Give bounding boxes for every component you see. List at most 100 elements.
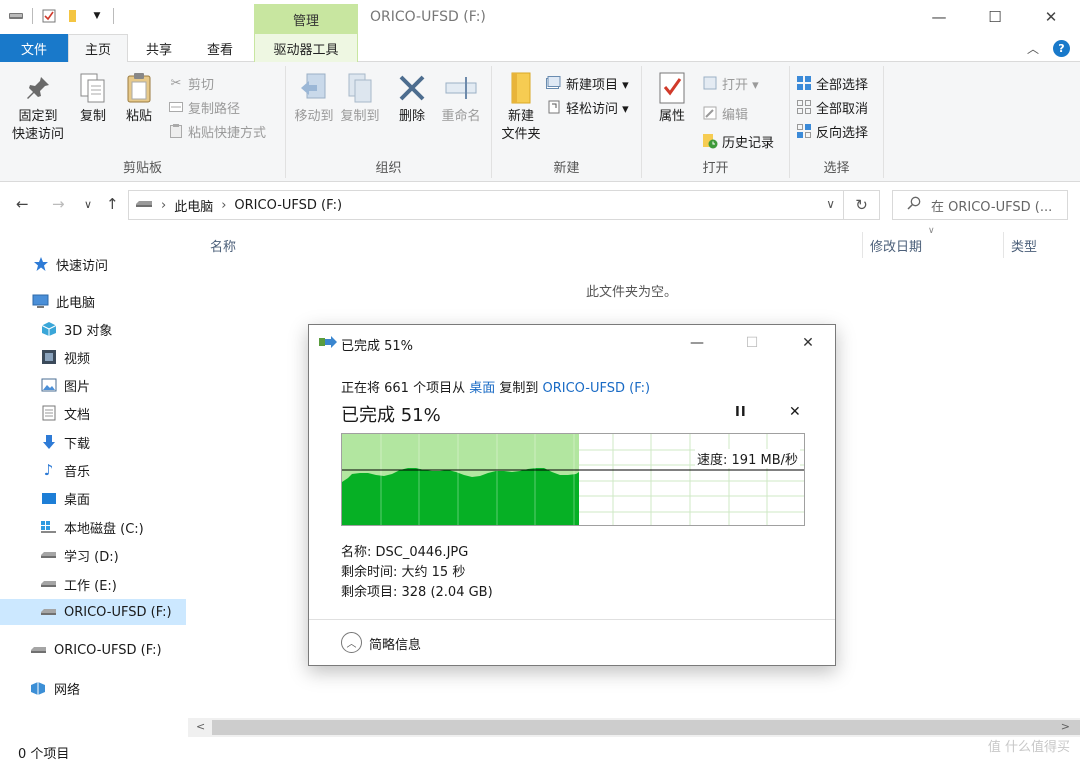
search-placeholder: 在 ORICO-UFSD (... <box>931 199 1053 215</box>
select-none-button[interactable]: 全部取消 <box>796 96 868 118</box>
sidebar-item-quick-access[interactable]: 快速访问 <box>0 251 186 277</box>
sidebar-item-documents[interactable]: 文档 <box>0 400 186 426</box>
sidebar-item-drive-c[interactable]: 本地磁盘 (C:) <box>0 514 186 540</box>
drive-icon <box>40 604 57 621</box>
column-header-type[interactable]: 类型 <box>1011 236 1037 255</box>
easy-access-button[interactable]: 轻松访问 ▾ <box>546 96 629 118</box>
back-arrow-icon[interactable]: ← <box>16 195 29 213</box>
pin-label: 固定到 快速访问 <box>11 109 64 142</box>
sidebar-item-drive-f[interactable]: ORICO-UFSD (F:) <box>0 637 186 663</box>
sidebar-item-music[interactable]: ♪ 音乐 <box>0 457 186 483</box>
sidebar-item-drive-f-selected[interactable]: ORICO-UFSD (F:) <box>0 599 186 625</box>
invert-selection-button[interactable]: 反向选择 <box>796 120 868 142</box>
up-arrow-icon[interactable]: ↑ <box>106 195 119 213</box>
open-button[interactable]: 打开 ▾ <box>702 72 759 94</box>
sidebar-item-label: 图片 <box>64 379 91 395</box>
delete-button[interactable]: 删除 <box>392 70 432 126</box>
tab-share[interactable]: 共享 <box>132 34 186 62</box>
address-bar[interactable]: › 此电脑 › ORICO-UFSD (F:) ∨ <box>128 190 844 220</box>
sidebar-item-pictures[interactable]: 图片 <box>0 372 186 398</box>
watermark: 值 什么值得买 <box>988 736 1070 755</box>
destination-link[interactable]: ORICO-UFSD (F:) <box>543 381 651 396</box>
properties-button[interactable]: 属性 <box>650 70 694 126</box>
new-item-button[interactable]: 新建项目 ▾ <box>546 72 629 94</box>
copy-to-button[interactable]: 复制到 <box>336 70 384 126</box>
scroll-right-arrow-icon[interactable]: > <box>1061 720 1070 733</box>
ribbon: 固定到 快速访问 复制 粘贴 ✂ 剪切 复制路径 粘贴快捷方式 剪贴板 移动到 … <box>0 62 1080 182</box>
copy-path-icon <box>168 99 184 115</box>
sidebar-item-label: 视频 <box>64 351 91 367</box>
folder-icon <box>504 70 538 106</box>
sidebar-item-drive-e[interactable]: 工作 (E:) <box>0 571 186 597</box>
speed-label: 速度: 191 MB/秒 <box>695 449 800 468</box>
history-button[interactable]: 历史记录 <box>702 130 774 152</box>
chevron-down-icon[interactable]: ▼ <box>89 8 105 24</box>
chevron-up-circle-icon[interactable]: ︿ <box>341 632 362 653</box>
source-link[interactable]: 桌面 <box>469 381 495 396</box>
picture-icon <box>40 377 57 394</box>
close-button[interactable]: ✕ <box>1028 0 1074 34</box>
column-header-date-modified[interactable]: 修改日期 <box>870 236 922 255</box>
group-label-select: 选择 <box>823 161 850 176</box>
tab-file[interactable]: 文件 <box>0 34 68 62</box>
help-icon[interactable]: ? <box>1053 40 1070 57</box>
copy-path-button[interactable]: 复制路径 <box>168 96 240 118</box>
scroll-left-arrow-icon[interactable]: < <box>196 720 205 733</box>
breadcrumb-drive[interactable]: ORICO-UFSD (F:) <box>234 198 342 213</box>
tab-drive-tools[interactable]: 驱动器工具 <box>254 34 358 62</box>
copy-description: 正在将 661 个项目从 桌面 复制到 ORICO-UFSD (F:) <box>341 377 650 396</box>
sidebar-item-label: 音乐 <box>64 464 91 480</box>
address-dropdown-icon[interactable]: ∨ <box>826 197 835 211</box>
column-separator[interactable] <box>862 232 863 258</box>
drive-icon <box>40 576 57 593</box>
pin-icon <box>21 70 55 106</box>
sidebar-item-desktop[interactable]: 桌面 <box>0 485 186 511</box>
sidebar-item-3d-objects[interactable]: 3D 对象 <box>0 316 186 342</box>
scrollbar-thumb[interactable] <box>212 720 1080 735</box>
speed-graph-svg <box>342 434 804 525</box>
sidebar-item-this-pc[interactable]: 此电脑 <box>0 288 186 314</box>
minimize-button[interactable]: — <box>916 0 962 34</box>
cut-button[interactable]: ✂ 剪切 <box>168 72 214 94</box>
rename-button[interactable]: 重命名 <box>436 70 486 126</box>
cancel-copy-button[interactable]: ✕ <box>789 404 801 420</box>
speed-area <box>342 468 579 525</box>
move-to-label: 移动到 <box>294 109 334 124</box>
group-clipboard: 固定到 快速访问 复制 粘贴 ✂ 剪切 复制路径 粘贴快捷方式 剪贴板 <box>0 66 286 178</box>
paste-shortcut-button[interactable]: 粘贴快捷方式 <box>168 120 266 142</box>
pin-to-quick-access-button[interactable]: 固定到 快速访问 <box>8 70 68 144</box>
dialog-close-button[interactable]: ✕ <box>788 331 828 355</box>
tab-view[interactable]: 查看 <box>192 34 248 62</box>
drive-app-icon[interactable] <box>8 8 24 24</box>
less-details-button[interactable]: 简略信息 <box>369 634 421 653</box>
sidebar-item-videos[interactable]: 视频 <box>0 344 186 370</box>
maximize-button[interactable]: ☐ <box>972 0 1018 34</box>
tab-home[interactable]: 主页 <box>68 34 128 63</box>
breadcrumb-this-pc[interactable]: 此电脑 <box>174 196 213 215</box>
sidebar-item-drive-d[interactable]: 学习 (D:) <box>0 542 186 568</box>
properties-check-icon[interactable] <box>41 8 57 24</box>
move-to-button[interactable]: 移动到 <box>290 70 338 126</box>
new-folder-icon[interactable] <box>65 8 81 24</box>
search-box[interactable]: 在 ORICO-UFSD (... <box>892 190 1068 220</box>
chevron-up-icon[interactable]: ︿ <box>1027 40 1039 57</box>
new-folder-label: 新建 文件夹 <box>501 109 541 142</box>
select-all-button[interactable]: 全部选择 <box>796 72 868 94</box>
drive-icon <box>135 198 153 213</box>
pause-button[interactable]: II <box>735 405 747 420</box>
copy-button[interactable]: 复制 <box>72 70 114 126</box>
sidebar-item-downloads[interactable]: 下载 <box>0 429 186 455</box>
new-folder-button[interactable]: 新建 文件夹 <box>496 70 546 144</box>
column-separator[interactable] <box>1003 232 1004 258</box>
forward-arrow-icon[interactable]: → <box>52 195 65 213</box>
recent-locations-chevron-icon[interactable]: ∨ <box>84 198 92 211</box>
sidebar-item-network[interactable]: 网络 <box>0 675 186 701</box>
dialog-minimize-button[interactable]: — <box>677 331 717 355</box>
dialog-maximize-button[interactable]: ☐ <box>732 331 772 355</box>
column-header-name[interactable]: 名称 <box>210 236 236 255</box>
horizontal-scrollbar[interactable]: < > <box>188 718 1080 737</box>
refresh-button[interactable]: ↻ <box>844 190 880 220</box>
group-label-new: 新建 <box>553 161 580 176</box>
edit-button[interactable]: 编辑 <box>702 102 748 124</box>
paste-button[interactable]: 粘贴 <box>118 70 160 126</box>
